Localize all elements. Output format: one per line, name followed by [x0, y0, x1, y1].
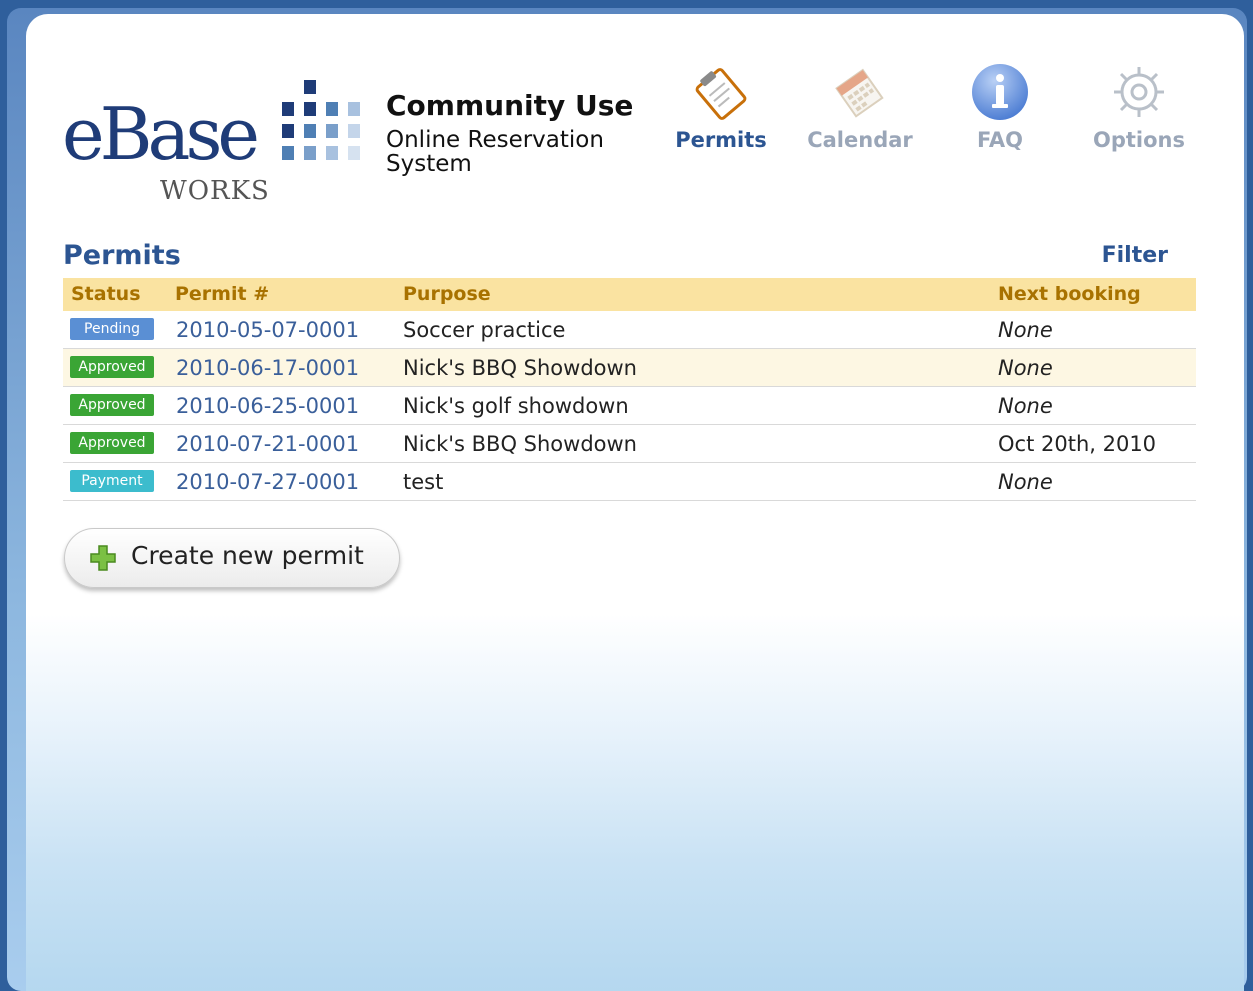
app-subtitle: Online Reservation System — [386, 127, 604, 177]
permit-number-link[interactable]: 2010-06-17-0001 — [176, 356, 359, 380]
permit-purpose: Nick's BBQ Showdown — [403, 432, 637, 456]
filter-link[interactable]: Filter — [1102, 243, 1168, 268]
permit-number-link[interactable]: 2010-06-25-0001 — [176, 394, 359, 418]
nav-faq-label: FAQ — [976, 128, 1024, 152]
permits-table: Status Permit # Purpose Next booking Pen… — [63, 278, 1196, 501]
column-header-next-booking[interactable]: Next booking — [998, 283, 1141, 305]
status-badge: Pending — [70, 318, 154, 340]
nav-permits[interactable]: Permits — [661, 60, 781, 160]
nav-options[interactable]: Options — [1079, 60, 1199, 160]
table-header: Status Permit # Purpose Next booking — [63, 278, 1196, 311]
nav-options-label: Options — [1093, 128, 1185, 152]
nav-permits-label: Permits — [675, 128, 767, 152]
gear-icon — [1109, 62, 1169, 122]
next-booking: Oct 20th, 2010 — [998, 432, 1157, 456]
logo-wordmark: eBase — [62, 92, 260, 176]
permit-purpose: Soccer practice — [403, 318, 566, 342]
table-row[interactable]: Approved 2010-07-21-0001 Nick's BBQ Show… — [63, 425, 1196, 463]
table-row[interactable]: Approved 2010-06-17-0001 Nick's BBQ Show… — [63, 349, 1196, 387]
page-title: Permits — [63, 240, 181, 271]
permit-number-link[interactable]: 2010-05-07-0001 — [176, 318, 359, 342]
status-badge: Payment — [70, 470, 154, 492]
next-booking: None — [998, 470, 1053, 494]
create-permit-label: Create new permit — [131, 541, 364, 570]
clipboard-icon — [691, 62, 751, 122]
column-header-permit[interactable]: Permit # — [175, 283, 269, 305]
status-badge: Approved — [70, 432, 154, 454]
logo-subtitle: WORKS — [160, 176, 270, 206]
status-badge: Approved — [70, 394, 154, 416]
nav-calendar-label: Calendar — [807, 128, 913, 152]
column-header-status[interactable]: Status — [71, 283, 141, 305]
calendar-icon — [830, 62, 890, 122]
column-header-purpose[interactable]: Purpose — [403, 283, 491, 305]
permit-purpose: Nick's BBQ Showdown — [403, 356, 637, 380]
table-row[interactable]: Payment 2010-07-27-0001 test None — [63, 463, 1196, 501]
plus-icon — [89, 544, 117, 572]
next-booking: None — [998, 356, 1053, 380]
next-booking: None — [998, 318, 1053, 342]
info-icon — [970, 62, 1030, 122]
nav-calendar[interactable]: Calendar — [800, 60, 920, 160]
create-permit-button[interactable]: Create new permit — [64, 528, 400, 588]
status-badge: Approved — [70, 356, 154, 378]
app-title: Community Use — [386, 89, 634, 122]
ebase-logo[interactable]: eBase WORKS — [62, 78, 362, 208]
permit-number-link[interactable]: 2010-07-27-0001 — [176, 470, 359, 494]
table-row[interactable]: Approved 2010-06-25-0001 Nick's golf sho… — [63, 387, 1196, 425]
nav-faq[interactable]: FAQ — [940, 60, 1060, 160]
next-booking: None — [998, 394, 1053, 418]
permit-purpose: Nick's golf showdown — [403, 394, 629, 418]
permit-number-link[interactable]: 2010-07-21-0001 — [176, 432, 359, 456]
permit-purpose: test — [403, 470, 444, 494]
table-row[interactable]: Pending 2010-05-07-0001 Soccer practice … — [63, 311, 1196, 349]
